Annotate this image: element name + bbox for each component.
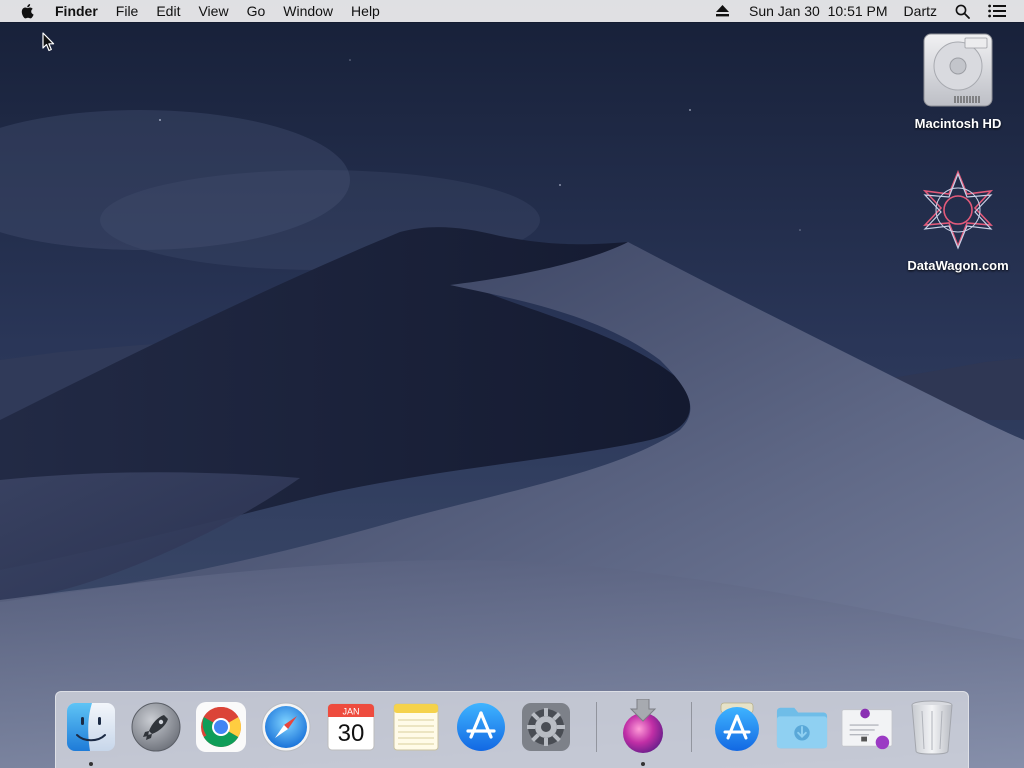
menu-clock[interactable]: Sun Jan 30 10:51 PM — [743, 0, 894, 22]
trash-icon — [911, 700, 953, 755]
mouse-cursor-icon — [42, 32, 55, 52]
desktop-icon-macintosh-hd[interactable]: Macintosh HD — [903, 32, 1013, 131]
downloads-folder-icon — [776, 707, 828, 749]
menu-file[interactable]: File — [107, 0, 148, 22]
safari-compass-icon — [261, 702, 311, 752]
menu-bar: Finder File Edit View Go Window Help Sun… — [0, 0, 1024, 22]
hard-drive-icon — [923, 33, 993, 107]
finder-icon — [67, 703, 115, 751]
dock-item-finder[interactable] — [64, 700, 118, 754]
dock-item-app-store[interactable] — [454, 700, 508, 754]
dock-item-chrome[interactable] — [194, 700, 248, 754]
document-preview-icon — [841, 708, 893, 750]
desktop: Finder File Edit View Go Window Help Sun… — [0, 0, 1024, 768]
menu-go[interactable]: Go — [238, 0, 275, 22]
dock-item-trash[interactable] — [905, 700, 959, 755]
spotlight-search-icon[interactable] — [949, 4, 976, 19]
calendar-month-label: JAN — [342, 707, 359, 717]
desktop-icon-label: DataWagon.com — [907, 258, 1009, 273]
launchpad-rocket-icon — [131, 702, 181, 752]
dock-item-app-store-download[interactable] — [710, 700, 764, 754]
menu-help[interactable]: Help — [342, 0, 389, 22]
dock-item-notes[interactable] — [389, 700, 443, 754]
dock-item-launchpad[interactable] — [129, 700, 183, 754]
dock-separator — [596, 702, 597, 752]
dock-item-safari[interactable] — [259, 700, 313, 754]
running-indicator — [89, 762, 93, 766]
dock-item-system-preferences[interactable] — [519, 700, 573, 754]
menu-user-name[interactable]: Dartz — [898, 0, 943, 22]
app-store-icon — [457, 703, 505, 751]
dock-item-calendar[interactable]: JAN 30 — [324, 700, 378, 754]
desktop-icon-datawagon[interactable]: DataWagon.com — [903, 168, 1013, 273]
notes-icon — [393, 703, 439, 751]
chrome-icon — [196, 702, 246, 752]
eject-icon[interactable] — [710, 5, 735, 17]
app-store-download-icon — [715, 702, 759, 751]
dock-separator — [691, 702, 692, 752]
dock-item-document-preview[interactable] — [840, 700, 894, 754]
datawagon-logo-icon — [922, 169, 994, 250]
installer-icon — [623, 699, 663, 753]
menu-window[interactable]: Window — [274, 0, 342, 22]
menu-view[interactable]: View — [189, 0, 237, 22]
dock-item-installer[interactable] — [616, 699, 670, 754]
dock-item-downloads-folder[interactable] — [775, 700, 829, 754]
gear-icon — [522, 703, 570, 751]
menu-app-name[interactable]: Finder — [46, 0, 107, 22]
calendar-icon: JAN 30 — [327, 703, 375, 751]
notification-center-icon[interactable] — [982, 4, 1012, 18]
running-indicator — [641, 762, 645, 766]
wallpaper-mojave-night — [0, 0, 1024, 768]
dock: JAN 30 — [55, 691, 969, 768]
menu-edit[interactable]: Edit — [147, 0, 189, 22]
calendar-day-label: 30 — [338, 720, 365, 747]
desktop-icon-label: Macintosh HD — [914, 116, 1002, 131]
apple-menu-icon[interactable] — [16, 0, 38, 22]
